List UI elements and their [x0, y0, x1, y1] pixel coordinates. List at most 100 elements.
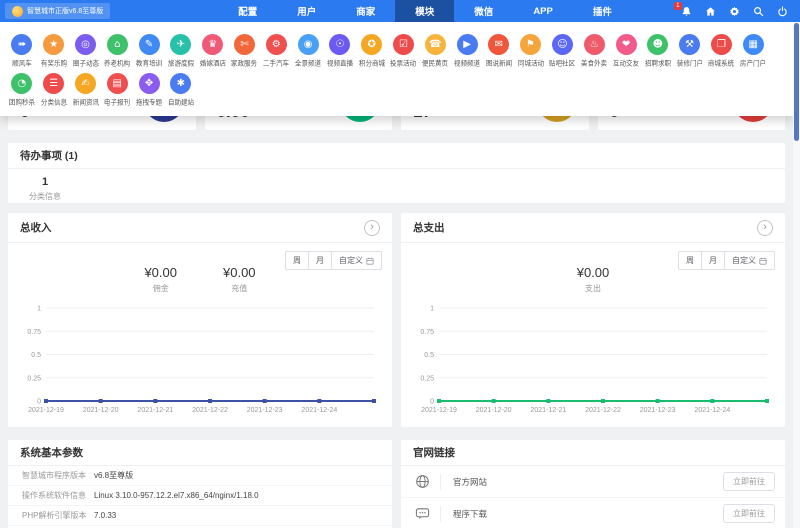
month-button[interactable]: 月 [308, 251, 332, 270]
nav-item[interactable]: 模块 [395, 0, 455, 22]
video-channel-icon: ▶ [456, 34, 478, 55]
calendar-icon [759, 257, 767, 265]
food-delivery-icon: ♨ [583, 34, 605, 55]
menu-item[interactable]: ✉ 图说新闻 [483, 34, 515, 69]
svg-text:2021-12-23: 2021-12-23 [640, 407, 676, 414]
expense-card: 总支出 › 周 月 自定义 ¥0.00 支出 0 0.25 0.5 0.75 1 2021… [401, 213, 785, 427]
svg-text:2021-12-20: 2021-12-20 [476, 407, 512, 414]
menu-item[interactable]: ✄ 家政服务 [229, 34, 261, 69]
param-label: 操作系统软件信息 [22, 491, 86, 500]
menu-item[interactable]: ▦ 房产门户 [737, 34, 769, 69]
param-label: 智慧城市程序版本 [22, 471, 86, 480]
week-button[interactable]: 周 [285, 251, 309, 270]
svg-text:0.25: 0.25 [420, 375, 434, 382]
travel-icon: ✈ [170, 34, 192, 55]
custom-range-button[interactable]: 自定义 [331, 251, 382, 270]
notification-badge: 1 [674, 1, 682, 10]
menu-item[interactable]: ☎ 便民黄页 [419, 34, 451, 69]
menu-item[interactable]: ⚙ 二手汽车 [260, 34, 292, 69]
menu-item[interactable]: ♛ 婚嫁酒店 [197, 34, 229, 69]
scrollbar-track[interactable] [793, 22, 800, 528]
chart-stat: ¥0.00 充值 [223, 265, 256, 294]
menu-item[interactable]: ➠ 顺风车 [6, 34, 38, 69]
menu-item[interactable]: ☑ 投票活动 [388, 34, 420, 69]
menu-item[interactable]: ▶ 视频频道 [451, 34, 483, 69]
chart-stat: ¥0.00 支出 [577, 265, 610, 294]
custom-range-button[interactable]: 自定义 [724, 251, 775, 270]
menu-item[interactable]: ◉ 全景频道 [292, 34, 324, 69]
used-car-icon: ⚙ [265, 34, 287, 55]
panorama-channel-icon: ◉ [297, 34, 319, 55]
svg-text:2021-12-24: 2021-12-24 [301, 407, 337, 414]
nav-item[interactable]: APP [513, 0, 573, 22]
menu-item[interactable]: ✎ 教育培训 [133, 34, 165, 69]
menu-item[interactable]: ♨ 美食外卖 [578, 34, 610, 69]
chevron-right-icon[interactable]: › [757, 219, 773, 236]
goto-download-button[interactable]: 立即前往 [723, 504, 775, 523]
menu-item[interactable]: ⚑ 同城活动 [515, 34, 547, 69]
menu-item[interactable]: ⚒ 装修门户 [674, 34, 706, 69]
stat-caption: 支出 [584, 284, 601, 293]
menu-item[interactable]: ☺ 贴吧社区 [547, 34, 579, 69]
main-nav: 配置 用户 商家 模块 微信 APP 插件 [218, 0, 632, 22]
goto-official-site-button[interactable]: 立即前往 [723, 472, 775, 491]
svg-text:0.5: 0.5 [31, 352, 41, 359]
notification-bell-icon[interactable]: 1 [674, 1, 692, 17]
menu-item[interactable]: ★ 有奖乐购 [38, 34, 70, 69]
drag-topic-icon: ✥ [138, 73, 160, 94]
gear-icon[interactable] [729, 6, 740, 17]
menu-item[interactable]: ◔ 团购秒杀 [6, 73, 38, 108]
search-icon[interactable] [753, 6, 764, 17]
flash-sale-icon: ◔ [11, 73, 33, 94]
menu-item[interactable]: ✱ 自助建站 [165, 73, 197, 108]
todo-label: 分类信息 [29, 192, 61, 201]
menu-row-1: ➠ 顺风车 ★ 有奖乐购 ◎ 圈子动态 ⌂ 养老机构 ✎ 教育培训 ✈ 旅游度假… [6, 30, 787, 69]
svg-text:0.25: 0.25 [27, 375, 41, 382]
month-button[interactable]: 月 [701, 251, 725, 270]
week-button[interactable]: 周 [678, 251, 702, 270]
power-icon[interactable] [777, 5, 788, 17]
menu-item[interactable]: ▤ 电子报刊 [101, 73, 133, 108]
yellow-pages-icon: ☎ [424, 34, 446, 55]
menu-item[interactable]: ☻ 招聘求职 [642, 34, 674, 69]
local-events-icon: ⚑ [520, 34, 542, 55]
stat-amount: ¥0.00 [144, 265, 177, 280]
site-links-title: 官网链接 [413, 447, 455, 459]
menu-item[interactable]: ☉ 视频直播 [324, 34, 356, 69]
lucky-shopping-icon: ★ [43, 34, 65, 55]
nav-item[interactable]: 商家 [336, 0, 395, 22]
jobs-icon: ☻ [647, 34, 669, 55]
globe-icon [415, 474, 430, 489]
menu-item[interactable]: ❒ 商城系统 [706, 34, 738, 69]
svg-text:2021-12-21: 2021-12-21 [137, 407, 173, 414]
menu-item[interactable]: ✥ 拖拽专题 [133, 73, 165, 108]
income-title: 总收入 [20, 222, 52, 234]
official-site-row: 官方网站 立即前往 [401, 466, 785, 498]
svg-text:2021-12-22: 2021-12-22 [585, 407, 621, 414]
param-row: 智慧城市程序版本 v6.8至尊版 [8, 466, 392, 486]
svg-text:1: 1 [430, 306, 434, 313]
chevron-right-icon[interactable]: › [364, 219, 380, 236]
menu-item[interactable]: ✈ 旅游度假 [165, 34, 197, 69]
wedding-hotel-icon: ♛ [202, 34, 224, 55]
nav-item[interactable]: 配置 [218, 0, 277, 22]
menu-item[interactable]: ☰ 分类信息 [38, 73, 70, 108]
nav-item[interactable]: 插件 [573, 0, 632, 22]
scrollbar-thumb[interactable] [794, 23, 799, 141]
stat-amount: ¥0.00 [576, 265, 610, 280]
menu-item[interactable]: ✍ 新闻资讯 [70, 73, 102, 108]
menu-item[interactable]: ⌂ 养老机构 [101, 34, 133, 69]
income-card: 总收入 › 周 月 自定义 ¥0.00 佣金 ¥0.00 充值 0 0.25 0.5… [8, 213, 392, 427]
menu-item[interactable]: ◎ 圈子动态 [70, 34, 102, 69]
app-logo[interactable]: 智慧城市正版v6.8至尊版 [5, 3, 111, 19]
menu-item[interactable]: ❤ 互动交友 [610, 34, 642, 69]
chart-stat: ¥0.00 佣金 [144, 265, 177, 294]
nav-item[interactable]: 微信 [454, 0, 513, 22]
menu-item[interactable]: ✪ 积分商城 [356, 34, 388, 69]
home-icon[interactable] [705, 6, 716, 17]
income-period-group: 周 月 自定义 [285, 251, 382, 270]
nav-item[interactable]: 用户 [277, 0, 336, 22]
voting-icon: ☑ [392, 34, 414, 55]
expense-chart: 0 0.25 0.5 0.75 1 2021-12-19 2021-12-20 2021-12… [411, 300, 775, 415]
todo-item[interactable]: 1 分类信息 [8, 176, 82, 202]
